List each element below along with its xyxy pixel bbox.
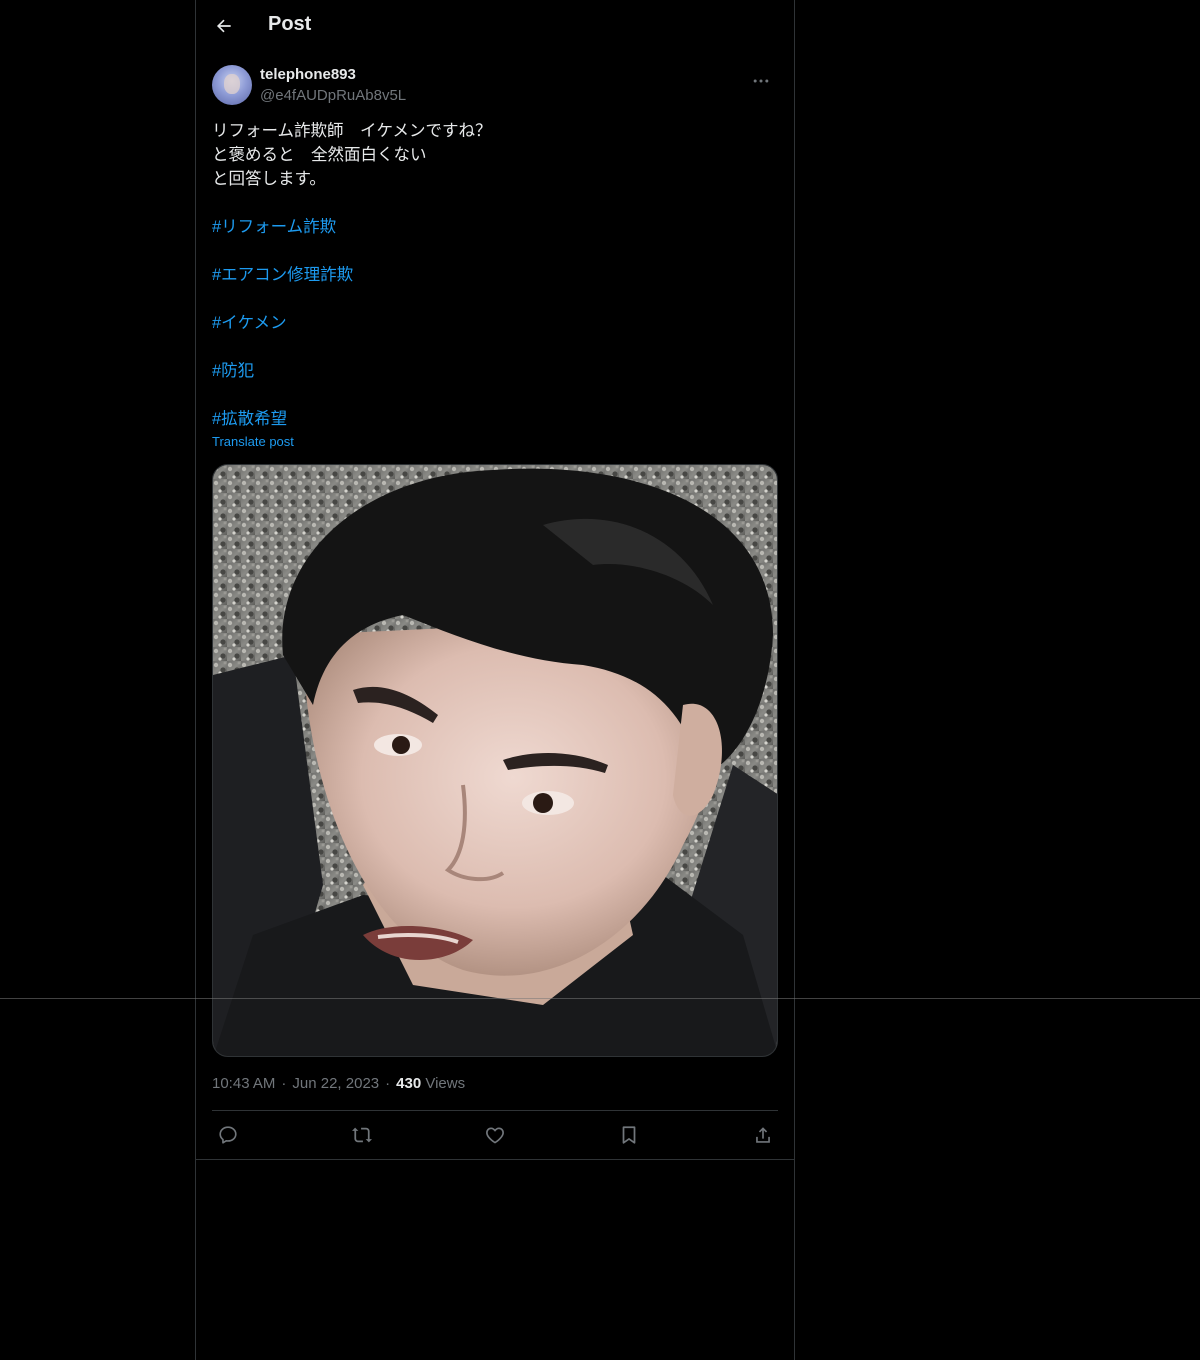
hashtag-link[interactable]: #エアコン修理詐欺 <box>212 266 353 284</box>
line-break <box>212 191 778 215</box>
author-handle[interactable]: @e4fAUDpRuAb8v5L <box>260 87 406 104</box>
line-break <box>212 239 778 263</box>
divider <box>196 1159 794 1160</box>
meta-separator: · <box>385 1075 391 1092</box>
post-text-line: リフォーム詐欺師 イケメンですね？ <box>212 122 492 140</box>
views-count: 430 <box>396 1075 422 1092</box>
top-bar: Post <box>196 0 794 53</box>
page-title: Post <box>268 13 312 35</box>
repost-button[interactable] <box>345 1120 379 1150</box>
post-text-line: と回答します。 <box>212 170 326 188</box>
back-button[interactable] <box>206 8 242 44</box>
like-button[interactable] <box>478 1120 512 1150</box>
post-time[interactable]: 10:43 AM <box>212 1075 275 1092</box>
like-icon <box>486 1127 504 1144</box>
avatar[interactable] <box>212 65 252 105</box>
author-display-name[interactable]: telephone893 <box>260 66 356 83</box>
bookmark-icon <box>622 1126 636 1144</box>
post-text-line: と褒めると 全然面白くない <box>212 146 427 164</box>
bookmark-button[interactable] <box>612 1120 646 1150</box>
meta-separator: · <box>281 1075 287 1092</box>
line-break <box>212 383 778 407</box>
more-options-button[interactable] <box>744 64 778 98</box>
hashtag-link[interactable]: #リフォーム詐欺 <box>212 218 336 236</box>
share-icon <box>756 1127 770 1143</box>
translate-post-link[interactable]: Translate post <box>212 434 294 449</box>
views-label: Views <box>425 1075 466 1092</box>
post-column: Post telephone893 @e4fAUDpRuAb8v5L リフォーム… <box>195 0 795 1360</box>
post-date[interactable]: Jun 22, 2023 <box>292 1075 379 1092</box>
reply-icon <box>219 1126 237 1144</box>
line-break <box>212 335 778 359</box>
post-author: telephone893 @e4fAUDpRuAb8v5L <box>212 64 778 108</box>
share-button[interactable] <box>746 1120 780 1150</box>
post-text: リフォーム詐欺師 イケメンですね？ と褒めると 全然面白くない と回答します。 … <box>212 119 778 431</box>
line-break <box>212 287 778 311</box>
reply-button[interactable] <box>211 1120 245 1150</box>
hashtag-link[interactable]: #拡散希望 <box>212 410 287 428</box>
divider <box>212 1110 778 1111</box>
repost-icon <box>352 1127 372 1143</box>
more-horizontal-icon <box>753 79 769 83</box>
action-bar <box>212 1112 778 1158</box>
post-image[interactable] <box>212 464 778 1057</box>
arrow-left-icon <box>216 19 231 33</box>
hashtag-link[interactable]: #防犯 <box>212 362 254 380</box>
post-meta: 10:43 AM · Jun 22, 2023 · 430 Views <box>212 1075 465 1092</box>
hashtag-link[interactable]: #イケメン <box>212 314 287 332</box>
